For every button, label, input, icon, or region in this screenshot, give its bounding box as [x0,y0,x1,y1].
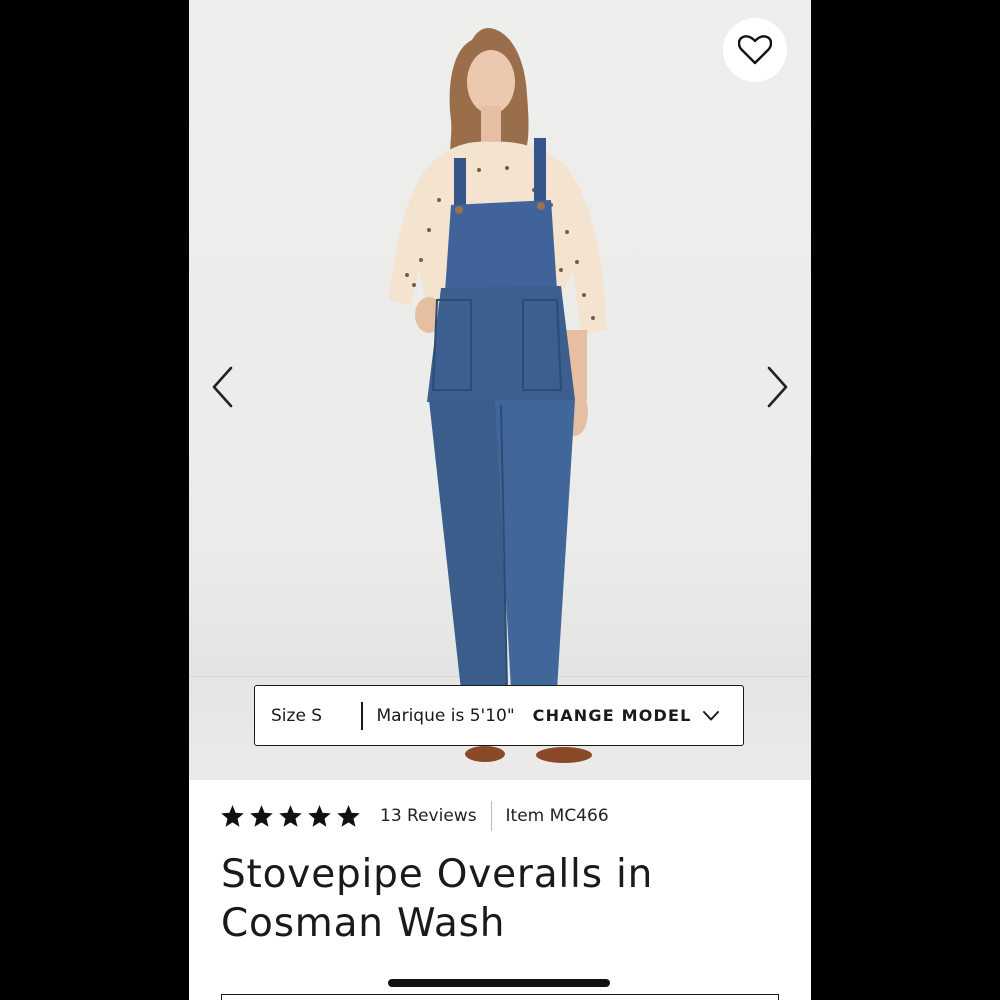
heart-outline-icon [738,35,772,65]
chevron-down-icon [702,710,719,720]
product-page: Size S Marique is 5'10" CHANGE MODEL 13 … [189,0,811,1000]
home-indicator[interactable] [388,979,610,987]
chevron-left-icon [212,366,233,408]
product-photo [389,28,607,763]
star-icon [337,804,360,827]
carousel-next-button[interactable] [757,362,797,412]
star-icon [250,804,273,827]
divider [490,801,492,831]
divider [361,701,363,730]
star-icon [279,804,302,827]
product-image-carousel[interactable]: Size S Marique is 5'10" CHANGE MODEL [189,0,811,780]
model-height-label: Marique is 5'10" [376,705,515,726]
rating-row: 13 Reviews Item MC466 [221,800,609,832]
model-info-bar: Size S Marique is 5'10" CHANGE MODEL [254,685,744,746]
chevron-right-icon [767,366,788,408]
size-selector-box[interactable] [221,994,779,1000]
change-model-button[interactable]: CHANGE MODEL [533,706,720,725]
star-icon [308,804,331,827]
change-model-label: CHANGE MODEL [532,706,692,725]
item-number: Item MC466 [505,806,609,826]
star-rating[interactable] [221,804,360,828]
product-title: Stovepipe Overalls in Cosman Wash [221,852,654,946]
model-size-label: Size S [271,705,323,726]
star-icon [221,804,244,827]
favorite-button[interactable] [723,18,787,82]
carousel-prev-button[interactable] [203,362,243,412]
reviews-link[interactable]: 13 Reviews [380,806,477,826]
